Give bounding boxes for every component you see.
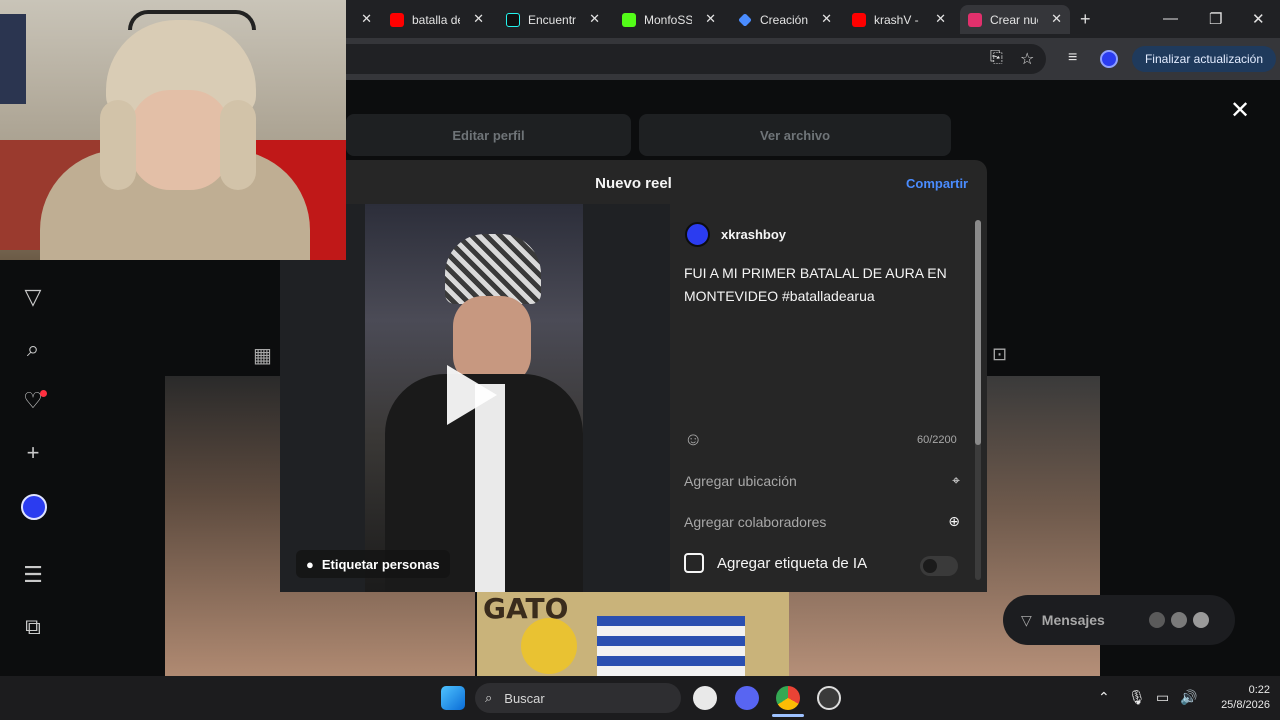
beanie-hat	[445, 234, 541, 304]
apps-icon[interactable]: ⧉	[20, 614, 46, 640]
toggle-knob	[923, 559, 937, 573]
taskbar-search[interactable]: ⌕ Buscar	[475, 683, 681, 713]
headphones	[128, 10, 256, 30]
microphone-icon[interactable]: 🎙	[1128, 689, 1146, 706]
messages-button[interactable]: ▽ Mensajes	[1003, 595, 1235, 645]
location-pin-icon: ⌖	[952, 472, 960, 488]
volume-icon[interactable]: 🔊	[1180, 689, 1197, 706]
ai-label-row: Agregar etiqueta de IA	[684, 553, 960, 573]
discord-icon[interactable]	[735, 686, 759, 710]
ai-label-text: Agregar etiqueta de IA	[717, 554, 868, 572]
restore-icon[interactable]: ❐	[1209, 10, 1222, 28]
ai-label-icon	[684, 553, 704, 573]
update-button[interactable]: Finalizar actualización	[1132, 46, 1276, 72]
character-count: 60/2200	[917, 434, 957, 446]
avatar	[1170, 612, 1187, 628]
username: xkrashboy	[721, 227, 787, 242]
tab-youtube-krash[interactable]: krashV - ✕	[852, 5, 952, 34]
add-location-label: Agregar ubicación	[684, 472, 797, 489]
address-bar[interactable]	[346, 44, 1046, 74]
post-thumbnail[interactable]: GATO	[477, 592, 789, 676]
tag-people-button[interactable]: ● Etiquetar personas	[296, 550, 450, 578]
close-icon[interactable]: ✕	[935, 11, 946, 27]
date: 25/8/2026	[1221, 699, 1270, 711]
screen: Editar perfil Ver archivo GATO ▦ ⊡ ▽ ⌕ ♡…	[0, 0, 1280, 720]
clock[interactable]: 0:22 25/8/2026	[1204, 683, 1270, 713]
youtube-icon	[390, 12, 404, 27]
close-window-icon[interactable]: ✕	[1252, 10, 1265, 28]
tab-gemini[interactable]: Creación ✕	[738, 5, 838, 34]
tagged-icon[interactable]: ⊡	[992, 344, 1007, 365]
messages-label: Mensajes	[1041, 612, 1105, 628]
network-icon[interactable]: ▭	[1156, 689, 1169, 706]
app-icon[interactable]	[817, 686, 841, 710]
tiktok-icon	[506, 12, 520, 27]
windows-start-icon[interactable]	[441, 686, 465, 710]
search-icon: ⌕	[485, 690, 493, 705]
edit-profile-button[interactable]: Editar perfil	[346, 114, 631, 156]
close-icon[interactable]: ✕	[473, 11, 484, 27]
sun-icon	[521, 618, 577, 674]
new-tab-button[interactable]: +	[1080, 5, 1100, 34]
play-icon[interactable]	[447, 365, 497, 425]
close-icon[interactable]: ✕	[361, 11, 372, 27]
chatgpt-icon[interactable]	[693, 686, 717, 710]
add-collaborators-label: Agregar colaboradores	[684, 513, 827, 530]
kick-icon	[622, 12, 636, 27]
sidebar: ▽ ⌕ ♡ + ☰ ⧉	[0, 260, 66, 676]
profile-icon[interactable]	[1100, 50, 1118, 68]
ai-label-toggle[interactable]	[920, 556, 958, 576]
gemini-icon	[738, 12, 752, 27]
user-avatar	[685, 222, 710, 247]
chrome-icon[interactable]	[776, 686, 800, 710]
install-app-icon[interactable]: ⎘	[990, 49, 1003, 67]
hat-flap-right	[220, 100, 256, 190]
modal-title: Nuevo reel	[595, 175, 672, 192]
close-icon[interactable]: ✕	[705, 11, 716, 27]
grid-icon[interactable]: ▦	[253, 343, 272, 368]
send-icon: ▽	[1021, 611, 1032, 628]
person-icon: ●	[306, 556, 314, 572]
close-icon[interactable]: ✕	[589, 11, 600, 27]
reels-icon[interactable]: ▽	[20, 284, 46, 310]
avatar	[1192, 612, 1209, 628]
add-location-row[interactable]: Agregar ubicación ⌖	[684, 472, 960, 489]
chevron-up-icon[interactable]: ⌃	[1098, 689, 1110, 706]
tab-instagram[interactable]: Crear nue ✕	[960, 5, 1070, 34]
menu-icon[interactable]: ☰	[20, 562, 46, 588]
close-icon[interactable]: ✕	[821, 11, 832, 27]
search-icon[interactable]: ⌕	[20, 336, 46, 362]
webcam-overlay	[0, 0, 346, 260]
person-face	[130, 90, 230, 190]
bookmark-star-icon[interactable]: ☆	[1020, 49, 1034, 69]
tab-close-first[interactable]: ✕	[352, 5, 372, 34]
active-indicator	[772, 714, 804, 717]
profile-avatar[interactable]	[21, 494, 47, 520]
uruguay-flag	[597, 616, 745, 676]
emoji-icon[interactable]: ☺	[684, 429, 702, 450]
share-button[interactable]: Compartir	[906, 176, 968, 191]
tab-kick[interactable]: MonfoSS ✕	[622, 5, 722, 34]
view-archive-button[interactable]: Ver archivo	[639, 114, 951, 156]
create-icon[interactable]: +	[20, 440, 46, 466]
tab-youtube-batalla[interactable]: batalla de ✕	[390, 5, 490, 34]
minimize-icon[interactable]: —	[1163, 10, 1178, 27]
scrollbar-thumb[interactable]	[975, 220, 981, 445]
tab-tiktok[interactable]: Encuentra ✕	[506, 5, 606, 34]
close-icon[interactable]: ✕	[1051, 11, 1062, 27]
search-label: Buscar	[504, 690, 545, 706]
close-icon[interactable]: ✕	[1230, 96, 1250, 125]
add-person-icon: ⊕	[948, 513, 960, 529]
time: 0:22	[1248, 684, 1270, 696]
notification-dot	[40, 390, 47, 397]
tag-people-label: Etiquetar personas	[321, 556, 440, 572]
wall-poster	[0, 14, 26, 104]
caption-textarea[interactable]: FUI A MI PRIMER BATALAL DE AURA EN MONTE…	[684, 262, 964, 308]
hat-flap-left	[100, 100, 136, 190]
reading-list-icon[interactable]: ≡	[1068, 49, 1077, 67]
youtube-icon	[852, 12, 866, 27]
avatar	[1148, 612, 1165, 628]
instagram-icon	[968, 12, 982, 27]
add-collaborators-row[interactable]: Agregar colaboradores ⊕	[684, 513, 960, 530]
